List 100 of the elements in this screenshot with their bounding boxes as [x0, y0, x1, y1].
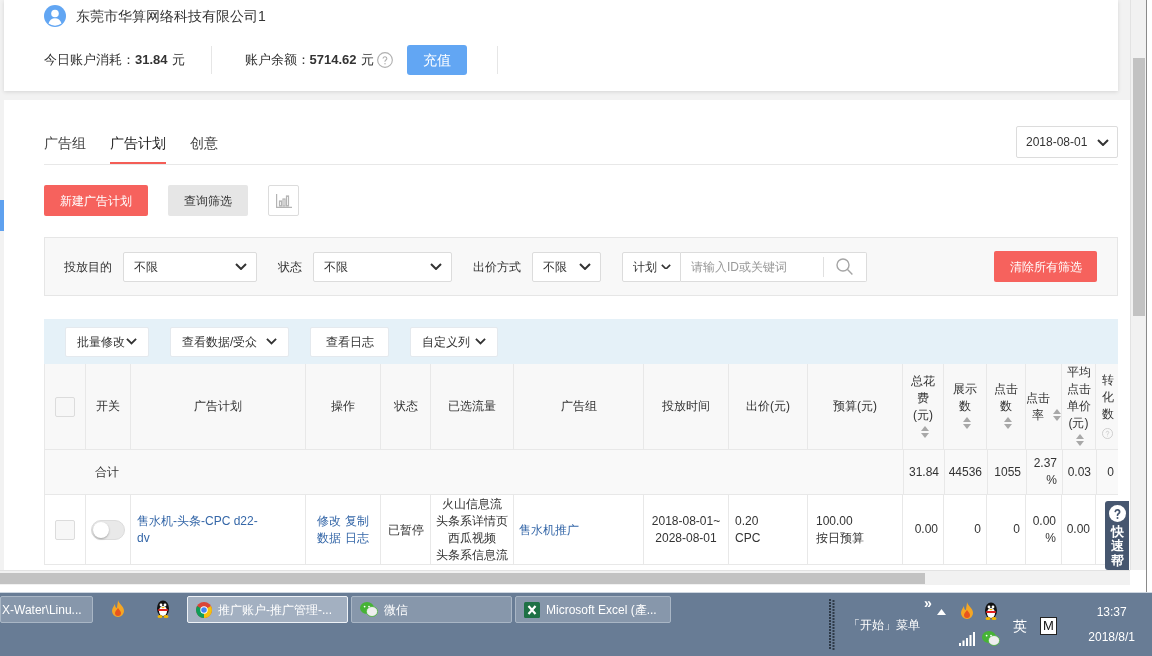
status-text: 已暂停	[387, 521, 424, 539]
bid-text: 0.20 CPC	[735, 512, 761, 547]
sort-icon[interactable]	[1076, 434, 1084, 446]
search-field[interactable]: 请输入ID或关键词	[681, 251, 867, 282]
metric-value: 0.00	[1066, 521, 1090, 538]
total-value: 0	[1107, 463, 1114, 481]
total-value: 1055	[994, 463, 1021, 481]
help-icon[interactable]	[376, 52, 393, 68]
toolbar-overflow-button[interactable]: »	[924, 596, 932, 610]
tray-chat-icon[interactable]	[981, 631, 1000, 646]
metric-value: 0.00 %	[1031, 512, 1056, 547]
help-icon[interactable]	[1102, 427, 1113, 439]
total-label: 合计	[95, 464, 119, 481]
column-header: 出价(元)	[746, 399, 790, 413]
browser-icon	[196, 601, 212, 618]
ime-indicator[interactable]: 英	[1012, 618, 1027, 634]
chevron-down-icon	[579, 263, 591, 270]
column-header: 状态	[393, 399, 418, 413]
sort-icon[interactable]	[1003, 417, 1012, 429]
operation-link[interactable]: 数据	[317, 529, 341, 547]
search-scope-select[interactable]: 计划	[622, 251, 681, 282]
chevron-down-icon	[475, 338, 486, 345]
toolbar-button[interactable]: 批量修改	[65, 326, 149, 357]
metric-value: 0.00	[914, 521, 938, 538]
scrollbar-thumb[interactable]	[1132, 58, 1145, 316]
column-header: 广告计划	[194, 399, 242, 413]
select-all-checkbox[interactable]	[55, 396, 75, 417]
column-header: 总花费(元)	[911, 372, 935, 424]
filter-select[interactable]: 不限	[123, 251, 257, 282]
stat-text: 账户余额：5714.62 元	[244, 51, 374, 69]
chevron-down-icon	[430, 263, 442, 270]
toolbar-button[interactable]: 查看数据/受众	[170, 326, 289, 357]
horizontal-scrollbar[interactable]	[0, 570, 1130, 585]
company-name: 东莞市华算网络科技有限公司1	[76, 7, 266, 26]
avatar-icon	[44, 5, 66, 27]
metric-value: 0	[1013, 521, 1020, 538]
side-marker	[0, 200, 4, 231]
tab[interactable]: 广告计划	[110, 133, 166, 164]
operation-link[interactable]: 修改	[317, 512, 341, 530]
filter-select[interactable]: 不限	[313, 251, 452, 282]
quick-help-button[interactable]: 快速帮	[1105, 501, 1129, 570]
traffic-source-text: 火山信息流	[442, 495, 502, 513]
column-header: 已选流量	[448, 399, 496, 413]
total-value: 44536	[948, 463, 982, 481]
metric-value: 0	[974, 521, 981, 538]
chat-bubbles-icon[interactable]	[360, 602, 378, 617]
chart-button[interactable]	[268, 185, 299, 216]
sort-icon[interactable]	[1053, 408, 1061, 421]
column-header: 开关	[96, 399, 120, 413]
start-menu-label[interactable]: 「开始」菜单	[848, 617, 920, 633]
query-filter-button[interactable]: 查询筛选	[168, 185, 248, 216]
vertical-scrollbar[interactable]	[1130, 0, 1146, 570]
filter-select[interactable]: 不限	[532, 251, 601, 282]
clock-time[interactable]: 13:37	[1096, 604, 1127, 620]
search-icon[interactable]	[836, 258, 853, 275]
chevron-down-icon	[266, 338, 277, 345]
sort-icon[interactable]	[920, 425, 929, 438]
chevron-down-icon	[126, 338, 137, 345]
filter-label: 状态	[278, 258, 302, 276]
column-header: 转化数	[1101, 372, 1114, 421]
grip-handle[interactable]	[829, 599, 835, 651]
bar-chart-icon	[275, 193, 292, 208]
signal-icon[interactable]	[958, 631, 975, 646]
help-icon	[1108, 505, 1126, 522]
plan-name-link[interactable]: 售水机-头条-CPC d22-dv	[137, 512, 262, 547]
ad-group-link[interactable]: 售水机推广	[519, 520, 579, 539]
tab[interactable]: 创意	[190, 133, 218, 164]
budget-text: 100.00 按日预算	[816, 512, 864, 547]
toolbar-button[interactable]: 查看日志	[310, 326, 389, 357]
filter-label: 出价方式	[473, 258, 521, 276]
toggle-switch[interactable]	[91, 519, 125, 540]
ime-mode-indicator[interactable]: M	[1039, 617, 1057, 635]
total-value: 31.84	[908, 463, 939, 481]
toolbar-button[interactable]: 自定义列	[410, 326, 498, 357]
flame-icon[interactable]	[110, 600, 126, 618]
traffic-source-text: 头条系详情页	[436, 512, 508, 530]
total-value: 0.03	[1067, 463, 1091, 481]
clock-date[interactable]: 2018/8/1	[1088, 629, 1135, 645]
column-header: 点击率	[1026, 389, 1050, 424]
spreadsheet-icon	[524, 601, 540, 618]
column-header: 操作	[331, 399, 355, 413]
tray-flame-icon[interactable]	[958, 602, 975, 620]
total-value: 2.37 %	[1032, 455, 1057, 489]
column-header: 展示数	[953, 381, 977, 415]
chevron-down-icon	[1097, 138, 1109, 146]
operation-link[interactable]: 复制	[345, 512, 369, 530]
column-header: 平均点击单价(元)	[1066, 364, 1091, 432]
filter-label: 投放目的	[64, 258, 112, 276]
column-header: 预算(元)	[833, 399, 877, 413]
operation-link[interactable]: 日志	[345, 529, 369, 547]
date-picker[interactable]: 2018-08-01	[1016, 126, 1118, 158]
scrollbar-thumb[interactable]	[0, 572, 925, 584]
penguin-icon[interactable]	[155, 600, 171, 618]
tab[interactable]: 广告组	[44, 133, 86, 164]
chevron-down-icon	[660, 263, 671, 270]
penguin-icon[interactable]	[982, 602, 999, 620]
row-checkbox[interactable]	[55, 519, 75, 540]
traffic-source-text: 西瓜视频	[448, 529, 496, 547]
sort-icon[interactable]	[962, 417, 971, 429]
caret-up-icon[interactable]	[936, 609, 946, 615]
